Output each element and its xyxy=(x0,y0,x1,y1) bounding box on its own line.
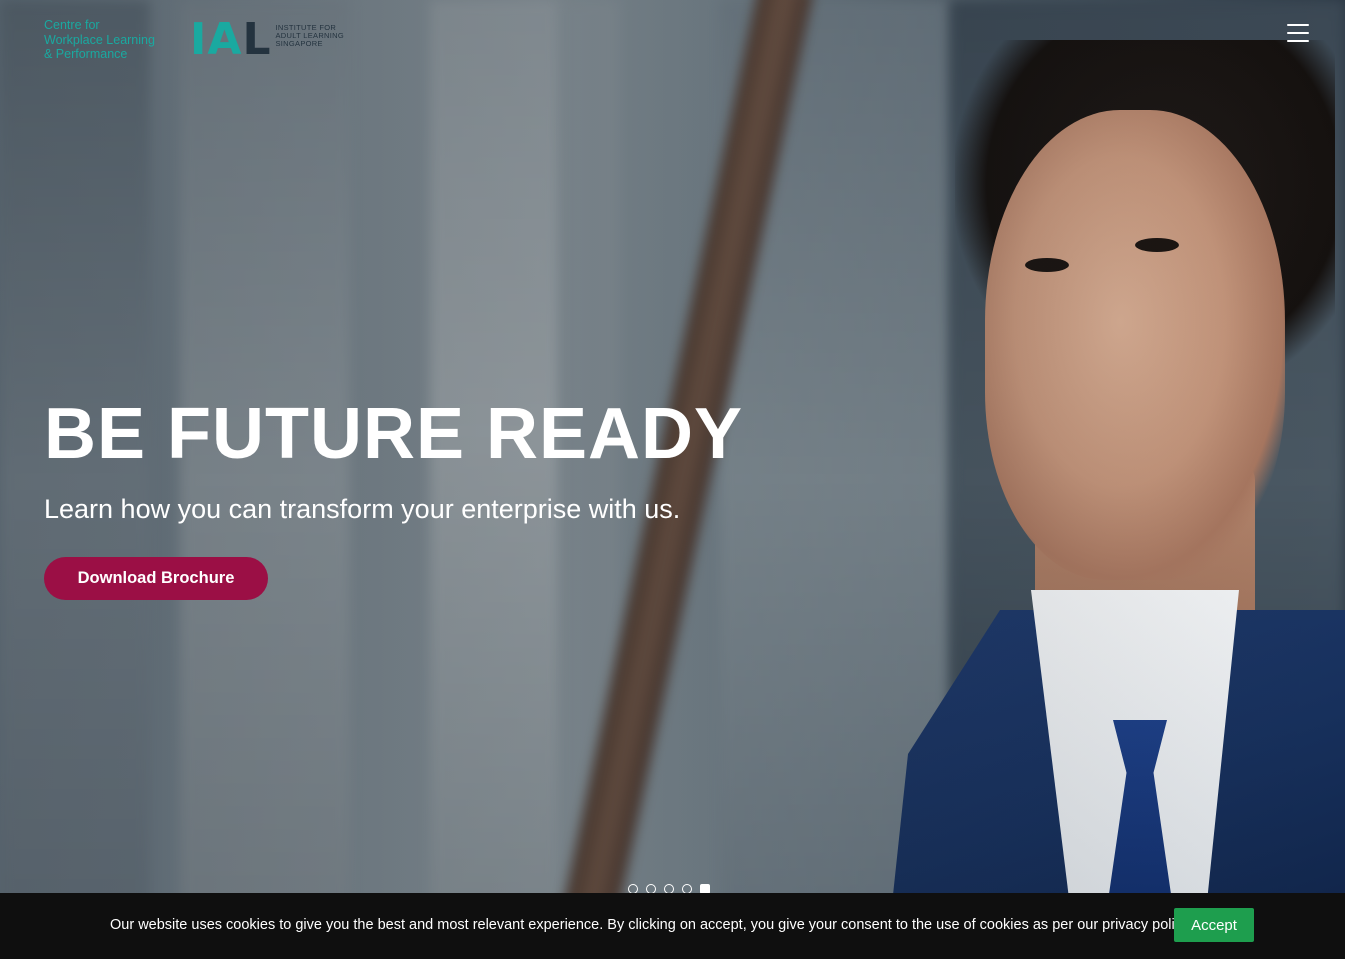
hamburger-menu-icon[interactable] xyxy=(1287,22,1309,44)
accept-cookies-button[interactable]: Accept xyxy=(1174,908,1254,942)
ial-logo-text-line: SINGAPORE xyxy=(275,39,323,48)
cwlp-logo-line: Centre for xyxy=(44,18,100,32)
cookie-message: Our website uses cookies to give you the… xyxy=(110,917,1193,933)
download-brochure-button[interactable]: Download Brochure xyxy=(44,557,268,600)
hero-overlay xyxy=(0,0,1345,959)
cwlp-logo-line: Workplace Learning xyxy=(44,32,155,47)
menu-bar xyxy=(1287,32,1309,34)
ial-logo-text: INSTITUTE FOR ADULT LEARNING SINGAPORE xyxy=(275,24,344,48)
menu-bar xyxy=(1287,40,1309,42)
ial-logo-mark-main: IA xyxy=(190,14,243,65)
ial-logo[interactable]: IAL INSTITUTE FOR ADULT LEARNING SINGAPO… xyxy=(190,18,344,62)
menu-bar xyxy=(1287,24,1309,26)
ial-logo-mark-last: L xyxy=(242,14,272,65)
hero-subline: Learn how you can transform your enterpr… xyxy=(44,494,681,524)
hero-banner: Centre for Workplace Learning & Performa… xyxy=(0,0,1345,959)
cwlp-logo[interactable]: Centre for Workplace Learning & Performa… xyxy=(44,18,155,62)
hero-headline: BE FUTURE READY xyxy=(44,394,744,474)
cwlp-logo-line: & Performance xyxy=(44,47,128,61)
cookie-consent-bar: Our website uses cookies to give you the… xyxy=(0,893,1345,959)
ial-logo-mark: IAL xyxy=(190,18,271,62)
